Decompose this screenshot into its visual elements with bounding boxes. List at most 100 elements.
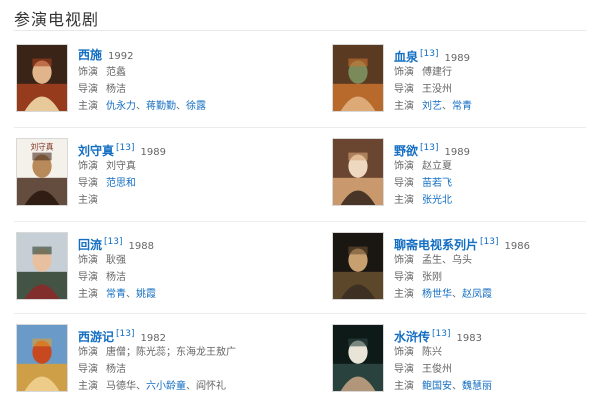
- role-value: 范蠡: [106, 67, 126, 78]
- show-title-line: 回流 [13] 1988: [78, 232, 298, 252]
- show-year: 1989: [140, 147, 166, 158]
- reference-link[interactable]: [13]: [480, 237, 498, 247]
- show-poster[interactable]: [332, 232, 384, 300]
- role-label: 饰演: [78, 255, 98, 266]
- show-year: 1986: [504, 241, 530, 252]
- show-poster[interactable]: [16, 44, 68, 112]
- show-title-line: 西游记 [13] 1982: [78, 324, 298, 344]
- person-link[interactable]: 范思和: [106, 178, 136, 189]
- tv-show-card: 血泉 [13] 1989 饰演 傅建行 导演 王没州 主演 刘艺、常青: [332, 44, 600, 124]
- person-link[interactable]: 赵凤霞: [462, 289, 492, 300]
- person-link[interactable]: 蒋勤勤: [146, 101, 176, 112]
- show-poster[interactable]: [16, 232, 68, 300]
- reference-link[interactable]: [13]: [420, 143, 438, 153]
- show-info: 野欲 [13] 1989 饰演 赵立夏 导演 苗若飞 主演 张光北: [394, 138, 600, 209]
- row-divider: [14, 313, 586, 314]
- role-label: 饰演: [394, 67, 414, 78]
- show-title-line: 水浒传 [13] 1983: [394, 324, 600, 344]
- person-link[interactable]: 魏慧丽: [462, 381, 492, 392]
- show-title-link[interactable]: 野欲: [394, 144, 418, 158]
- show-role-line: 饰演 傅建行: [394, 64, 600, 81]
- show-director-line: 导演 杨洁: [78, 269, 298, 286]
- person-link[interactable]: 张光北: [422, 195, 452, 206]
- show-role-line: 饰演 赵立夏: [394, 158, 600, 175]
- director-value: 王俊州: [422, 364, 452, 375]
- show-info: 回流 [13] 1988 饰演 耿强 导演 杨洁 主演 常青、姚霞: [78, 232, 298, 303]
- show-year: 1989: [444, 147, 470, 158]
- role-label: 饰演: [78, 347, 98, 358]
- tv-show-card: 野欲 [13] 1989 饰演 赵立夏 导演 苗若飞 主演 张光北: [332, 138, 600, 218]
- cast-label: 主演: [394, 101, 414, 112]
- show-cast-line: 主演 杨世华、赵凤霞: [394, 286, 600, 303]
- reference-link[interactable]: [13]: [116, 329, 134, 339]
- show-role-line: 饰演 唐僧；陈光蕊；东海龙王敖广: [78, 344, 298, 361]
- director-value: 杨洁: [106, 364, 126, 375]
- show-title-link[interactable]: 刘守真: [78, 144, 114, 158]
- person-link[interactable]: 鲍国安: [422, 381, 452, 392]
- show-cast-line: 主演: [78, 192, 298, 209]
- show-director-line: 导演 王没州: [394, 81, 600, 98]
- show-cast-line: 主演 刘艺、常青: [394, 98, 600, 115]
- show-poster[interactable]: [332, 138, 384, 206]
- person-link[interactable]: 杨世华: [422, 289, 452, 300]
- cast-value: 、: [442, 101, 452, 112]
- cast-value: 、: [126, 289, 136, 300]
- show-title-link[interactable]: 聊斋电视系列片: [394, 238, 478, 252]
- reference-link[interactable]: [13]: [432, 329, 450, 339]
- show-director-line: 导演 杨洁: [78, 81, 298, 98]
- person-link[interactable]: 苗若飞: [422, 178, 452, 189]
- person-link[interactable]: 仇永力: [106, 101, 136, 112]
- cast-value: 、: [136, 381, 146, 392]
- role-label: 饰演: [78, 67, 98, 78]
- show-title-link[interactable]: 血泉: [394, 50, 418, 64]
- show-title-link[interactable]: 西施: [78, 48, 102, 62]
- person-link[interactable]: 六小龄童: [146, 381, 186, 392]
- cast-label: 主演: [78, 289, 98, 300]
- reference-link[interactable]: [13]: [104, 237, 122, 247]
- show-year: 1988: [128, 241, 154, 252]
- show-poster[interactable]: [332, 44, 384, 112]
- person-link[interactable]: 徐露: [186, 101, 206, 112]
- row-divider: [14, 127, 586, 128]
- show-title-line: 西施 1992: [78, 44, 298, 64]
- role-value: 傅建行: [422, 67, 452, 78]
- role-label: 饰演: [78, 161, 98, 172]
- director-label: 导演: [394, 84, 414, 95]
- person-link[interactable]: 常青: [106, 289, 126, 300]
- reference-link[interactable]: [13]: [420, 49, 438, 59]
- show-poster[interactable]: 刘守真: [16, 138, 68, 206]
- show-director-line: 导演 苗若飞: [394, 175, 600, 192]
- show-poster[interactable]: [332, 324, 384, 392]
- show-title-line: 野欲 [13] 1989: [394, 138, 600, 158]
- show-cast-line: 主演 鲍国安、魏慧丽: [394, 378, 600, 395]
- cast-value: 、: [136, 101, 146, 112]
- show-director-line: 导演 王俊州: [394, 361, 600, 378]
- person-link[interactable]: 刘艺: [422, 101, 442, 112]
- show-title-line: 刘守真 [13] 1989: [78, 138, 298, 158]
- director-label: 导演: [78, 272, 98, 283]
- role-label: 饰演: [394, 347, 414, 358]
- show-info: 刘守真 [13] 1989 饰演 刘守真 导演 范思和 主演: [78, 138, 298, 209]
- person-link[interactable]: 姚霞: [136, 289, 156, 300]
- reference-link[interactable]: [13]: [116, 143, 134, 153]
- show-poster[interactable]: [16, 324, 68, 392]
- role-value: 陈兴: [422, 347, 442, 358]
- show-cast-line: 主演 仇永力、蒋勤勤、徐露: [78, 98, 298, 115]
- show-info: 西游记 [13] 1982 饰演 唐僧；陈光蕊；东海龙王敖广 导演 杨洁 主演 马德华、六小龄童…: [78, 324, 298, 395]
- show-info: 西施 1992 饰演 范蠡 导演 杨洁 主演 仇永力、蒋勤勤、徐露: [78, 44, 298, 115]
- show-title-link[interactable]: 水浒传: [394, 330, 430, 344]
- show-title-link[interactable]: 西游记: [78, 330, 114, 344]
- show-info: 聊斋电视系列片 [13] 1986 饰演 孟生、乌头 导演 张刚 主演 杨世华、赵凤霞: [394, 232, 600, 303]
- show-director-line: 导演 张刚: [394, 269, 600, 286]
- show-cast-line: 主演 张光北: [394, 192, 600, 209]
- show-role-line: 饰演 刘守真: [78, 158, 298, 175]
- cast-label: 主演: [78, 195, 98, 206]
- tv-show-card: 刘守真 刘守真 [13] 1989 饰演 刘守真 导演 范思和 主演: [16, 138, 296, 218]
- show-info: 血泉 [13] 1989 饰演 傅建行 导演 王没州 主演 刘艺、常青: [394, 44, 600, 115]
- tv-show-card: 西施 1992 饰演 范蠡 导演 杨洁 主演 仇永力、蒋勤勤、徐露: [16, 44, 296, 124]
- show-title-link[interactable]: 回流: [78, 238, 102, 252]
- role-label: 饰演: [394, 255, 414, 266]
- section-divider: [14, 30, 586, 31]
- show-cast-line: 主演 马德华、六小龄童、阎怀礼: [78, 378, 298, 395]
- person-link[interactable]: 常青: [452, 101, 472, 112]
